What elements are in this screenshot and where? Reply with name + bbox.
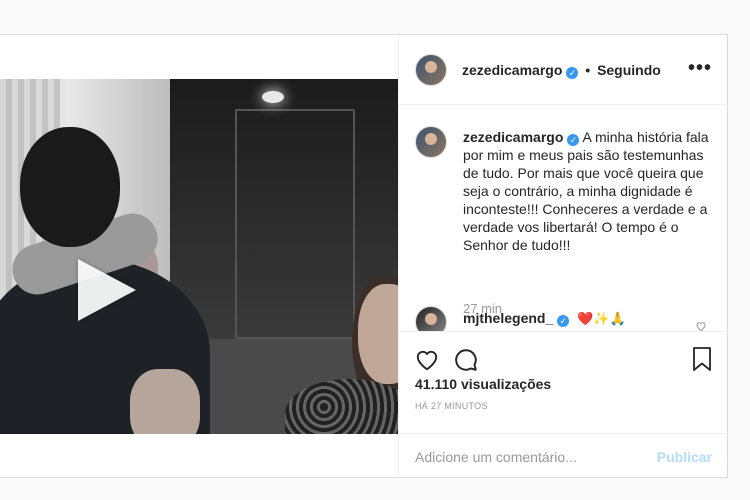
verified-badge-icon: ✓ [557, 315, 570, 327]
verified-badge-icon: ✓ [567, 134, 580, 146]
verified-badge-icon: ✓ [566, 67, 579, 79]
avatar[interactable] [415, 126, 447, 158]
follow-status-button[interactable]: Seguindo [597, 62, 661, 78]
post-header: zezedicamargo ✓ • Seguindo ••• [399, 35, 728, 105]
comments-section[interactable]: zezedicamargo ✓ A minha história fala por… [399, 106, 728, 331]
comment-item: mjthelegend_ ✓ ❤️✨🙏 [415, 306, 715, 331]
play-icon[interactable] [78, 259, 136, 321]
comment-input[interactable] [415, 442, 645, 472]
video-frame-lamp [262, 91, 284, 103]
view-count[interactable]: 41.110 visualizações [415, 376, 551, 392]
video-frame-woman-face [358, 284, 398, 384]
post-sidebar: zezedicamargo ✓ • Seguindo ••• zezedicama… [398, 35, 728, 479]
video-frame-hand [130, 369, 200, 434]
video-frame-door [235, 109, 355, 339]
save-bookmark-icon[interactable] [690, 346, 714, 377]
comment-emojis: ❤️✨🙏 [577, 311, 626, 326]
comment-text: mjthelegend_ ✓ ❤️✨🙏 [463, 310, 626, 327]
caption-body: A minha história fala por mim e meus pai… [463, 129, 709, 253]
post-timestamp[interactable]: HÁ 27 MINUTOS [415, 401, 488, 411]
avatar[interactable] [415, 306, 447, 331]
comment-bubble-icon[interactable] [453, 347, 479, 378]
username-link[interactable]: mjthelegend_ [463, 310, 553, 326]
post-card: zezedicamargo ✓ • Seguindo ••• zezedicama… [0, 34, 728, 479]
like-comment-icon[interactable] [695, 320, 707, 331]
post-actions: 41.110 visualizações HÁ 27 MINUTOS [399, 331, 728, 443]
username-link[interactable]: zezedicamargo [462, 62, 562, 78]
add-comment-bar: Publicar [399, 433, 728, 479]
caption-text: zezedicamargo ✓ A minha história fala por… [463, 128, 713, 254]
video-player[interactable] [0, 79, 398, 434]
like-heart-icon[interactable] [414, 347, 440, 378]
video-frame-man-head [20, 127, 120, 247]
header-user: zezedicamargo ✓ • Seguindo [462, 62, 661, 79]
follow-separator: • [585, 62, 591, 78]
more-options-icon[interactable]: ••• [688, 57, 712, 80]
publish-button[interactable]: Publicar [657, 449, 712, 465]
username-link[interactable]: zezedicamargo [463, 129, 563, 145]
avatar[interactable] [415, 54, 447, 86]
